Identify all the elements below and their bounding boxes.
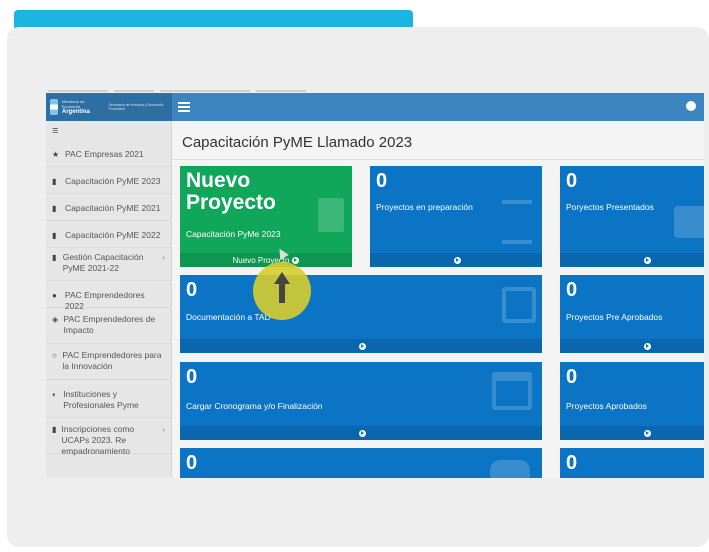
sidebar-item-label: Capacitación PyME 2021 — [65, 203, 161, 213]
arrow-stem — [279, 283, 285, 303]
brand-ministry: Ministerio de Economía — [61, 98, 85, 109]
book-icon: ▮ — [52, 425, 57, 434]
sidebar-item-inscripciones-ucaps[interactable]: ▮ Inscripciones como UCAPs 2023. Re empa… — [46, 418, 171, 456]
sidebar-item-pac-empresas-2021[interactable]: ★ PAC Empresas 2021 — [46, 143, 171, 167]
circle-icon: ● — [52, 291, 57, 300]
institution-icon: ◐ — [52, 390, 57, 399]
tile-count: 0 — [566, 170, 578, 192]
book-icon: ▮ — [52, 177, 57, 186]
argentina-flag-icon — [50, 99, 58, 115]
tile-count: 0 — [376, 170, 388, 192]
book-icon: ▮ — [52, 231, 57, 240]
sidebar-item-label: PAC Emprendedores para la Innovación — [62, 350, 162, 371]
tile-more-link[interactable] — [180, 426, 542, 440]
chevron-left-icon: ‹ — [162, 425, 165, 434]
sidebar-item-gestion-capacitacion[interactable]: ▮ Gestión Capacitación PyME 2021-22 ‹ — [46, 248, 171, 281]
tile-more-link[interactable] — [180, 339, 542, 353]
tile-more-link[interactable] — [560, 426, 704, 440]
tile-documentacion-tad[interactable]: 0 Documentación a TAD — [180, 275, 542, 353]
arrow-circle-right-icon — [644, 429, 651, 437]
page-title: Capacitación PyME Llamado 2023 — [182, 134, 413, 151]
sidebar: ≡ ★ PAC Empresas 2021 ▮ Capacitación PyM… — [46, 121, 172, 478]
lightbulb-icon: ○ — [52, 351, 57, 360]
tile-label: Proyectos Pre Aprobados — [566, 312, 663, 322]
brand-logo[interactable]: Ministerio de Economía Argentina Secreta… — [46, 93, 172, 121]
truck-icon — [490, 460, 530, 478]
sidebar-item-label: PAC Emprendedores de Impacto — [63, 314, 156, 335]
arrow-circle-right-icon — [644, 342, 651, 350]
target-icon: ◈ — [52, 315, 59, 324]
sidebar-item-label: Gestión Capacitación PyME 2021-22 — [62, 252, 144, 273]
tile-more-link[interactable] — [560, 253, 704, 267]
tile-label: Proyectos Aprobados — [566, 401, 647, 411]
arrow-circle-right-icon — [292, 256, 300, 264]
tile-count: 0 — [566, 279, 578, 301]
tile-label: Documentación a TAD — [186, 312, 271, 322]
app-screen: Ministerio de Economía Argentina Secreta… — [46, 93, 704, 478]
star-icon: ★ — [52, 150, 60, 159]
tile-label: Cargar Cronograma y/o Finalización — [186, 401, 323, 411]
tile-count: 0 — [566, 366, 578, 388]
tile-count: 0 — [186, 452, 198, 474]
edit-icon — [502, 287, 536, 323]
tile-cargar-cronograma[interactable]: 0 Cargar Cronograma y/o Finalización — [180, 362, 542, 440]
arrow-circle-right-icon — [644, 256, 651, 264]
sidebar-item-capacitacion-2023[interactable]: ▮ Capacitación PyME 2023 — [46, 167, 171, 194]
new-project-title-2: Proyecto — [186, 191, 276, 214]
brand-country: Argentina — [61, 108, 90, 115]
sidebar-item-label: Capacitación PyME 2023 — [65, 176, 161, 186]
tile-proyectos-en-preparacion[interactable]: 0 Proyectos en preparación — [370, 166, 542, 267]
document-icon — [318, 198, 344, 232]
sidebar-toggle-icon[interactable]: ≡ — [46, 121, 171, 143]
sidebar-item-instituciones[interactable]: ◐ Instituciones y Profesionales Pyme — [46, 380, 171, 418]
sidebar-item-label: Instituciones y Profesionales Pyme — [63, 389, 139, 410]
arrow-circle-right-icon — [454, 256, 461, 264]
sidebar-item-capacitacion-2022[interactable]: ▮ Capacitación PyME 2022 — [46, 221, 171, 248]
sidebar-item-label: PAC Empresas 2021 — [65, 149, 144, 159]
sidebar-item-capacitacion-2021[interactable]: ▮ Capacitación PyME 2021 — [46, 194, 171, 221]
user-icon[interactable] — [686, 101, 696, 111]
divider — [172, 159, 704, 160]
tile-label: Poryectos Presentados — [566, 202, 654, 212]
main-content: Capacitación PyME Llamado 2023 Nuevo Pro… — [172, 121, 704, 478]
book-icon: ▮ — [52, 204, 57, 213]
tile-count: 0 — [566, 452, 578, 474]
new-project-tile[interactable]: Nuevo Proyecto Capacitación PyMe 2023 Nu… — [180, 166, 352, 267]
calendar-icon — [492, 372, 532, 410]
tile-more-link[interactable] — [560, 339, 704, 353]
sidebar-item-label: PAC Emprendedores 2022 — [64, 290, 145, 311]
book-icon: ▮ — [52, 253, 57, 262]
browser-url-bar — [48, 82, 348, 92]
top-navbar — [172, 93, 704, 121]
camera-icon — [674, 206, 704, 238]
tile-count: 0 — [186, 366, 198, 388]
click-highlight-circle — [253, 262, 311, 320]
sidebar-item-label: Capacitación PyME 2022 — [65, 230, 161, 240]
tile-more-link[interactable] — [370, 253, 542, 267]
new-project-subtitle: Capacitación PyMe 2023 — [186, 229, 281, 239]
arrow-circle-right-icon — [359, 429, 366, 437]
tile-partial-right[interactable]: 0 — [560, 448, 704, 478]
sidebar-item-pac-emprendedores-impacto[interactable]: ◈ PAC Emprendedores de Impacto — [46, 308, 171, 344]
brand-secretariat: Secretaría de Industria y Desarrollo Pro… — [108, 103, 164, 111]
tile-proyectos-pre-aprobados[interactable]: 0 Proyectos Pre Aprobados — [560, 275, 704, 353]
tile-proyectos-aprobados[interactable]: 0 Proyectos Aprobados — [560, 362, 704, 440]
sidebar-item-pac-emprendedores-innovacion[interactable]: ○ PAC Emprendedores para la Innovación — [46, 344, 171, 380]
sidebar-item-label: Inscripciones como UCAPs 2023. Re empadr… — [61, 424, 135, 456]
tile-partial-left[interactable]: 0 — [180, 448, 542, 478]
tile-proyectos-presentados[interactable]: 0 Poryectos Presentados — [560, 166, 704, 267]
arrow-circle-right-icon — [359, 342, 366, 350]
menu-toggle-icon[interactable] — [178, 102, 190, 112]
tile-count: 0 — [186, 279, 198, 301]
tile-label: Proyectos en preparación — [376, 202, 473, 212]
new-project-link[interactable]: Nuevo Proyecto — [180, 253, 352, 267]
sidebar-item-pac-emprendedores-2022[interactable]: ● PAC Emprendedores 2022 — [46, 281, 171, 311]
new-project-title-1: Nuevo — [186, 169, 251, 192]
chevron-left-icon: ‹ — [162, 253, 165, 262]
hourglass-icon — [502, 200, 532, 244]
